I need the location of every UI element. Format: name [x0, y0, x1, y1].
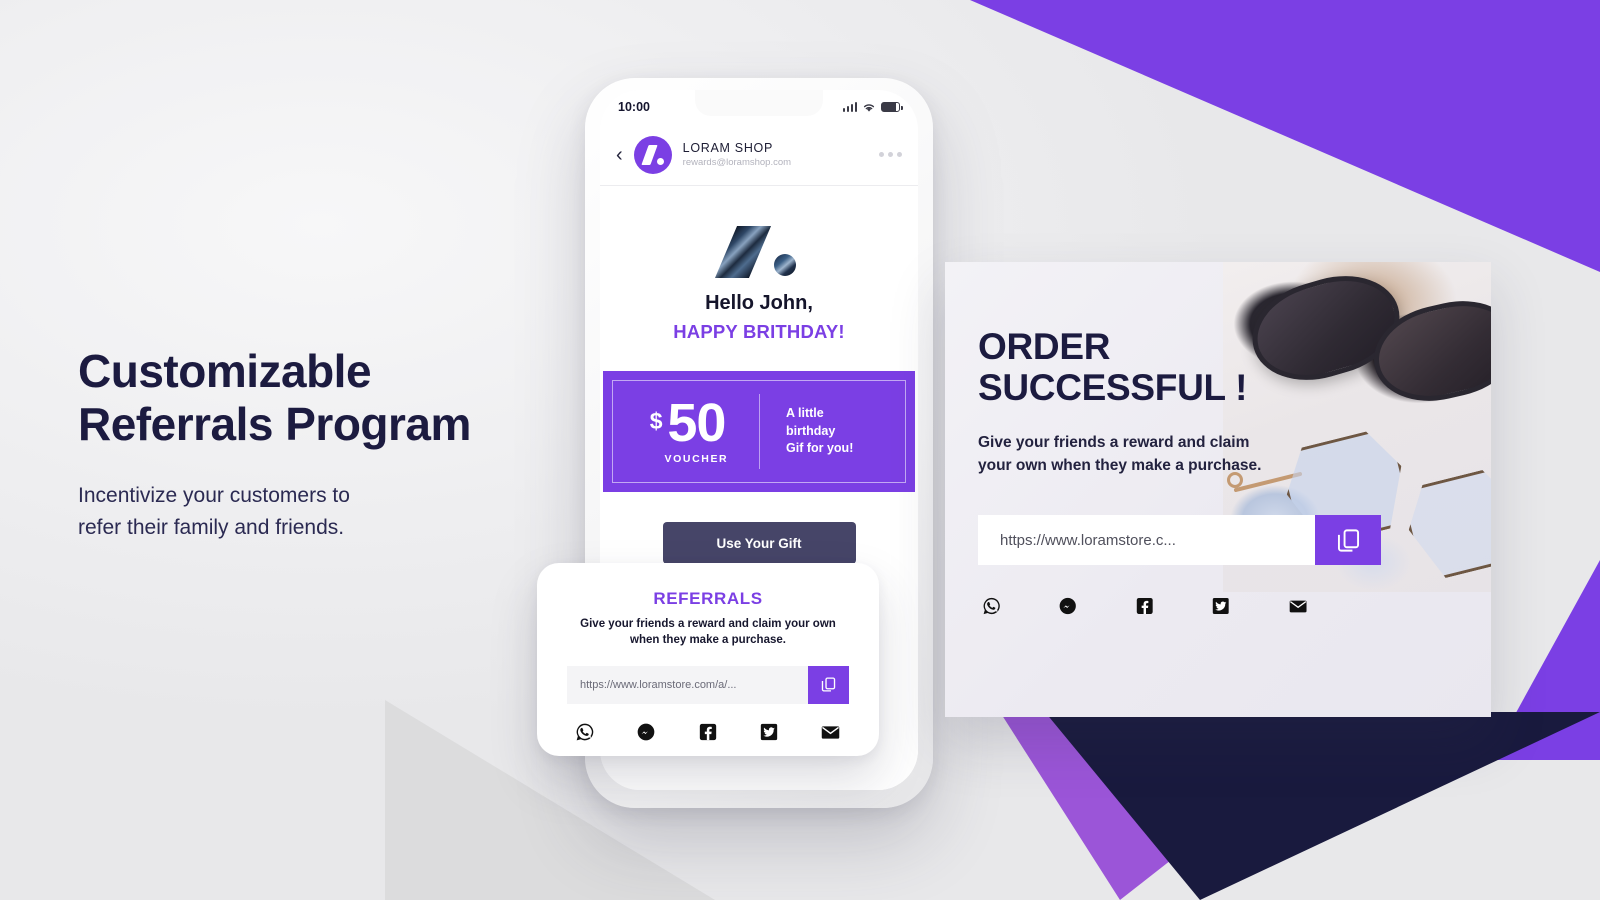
sender-email: rewards@loramshop.com [682, 157, 792, 168]
voucher-amount: 50 [667, 393, 726, 454]
page-subtitle: Incentivize your customers to refer thei… [78, 480, 548, 544]
messenger-icon[interactable] [636, 722, 656, 742]
email-icon[interactable] [1288, 593, 1308, 620]
subtitle-line-1: Incentivize your customers to [78, 483, 350, 507]
mail-header: ‹ LORAM SHOP rewards@loramshop.com [600, 124, 918, 186]
more-options-icon[interactable] [879, 152, 902, 157]
copy-icon [1337, 529, 1359, 552]
voucher-amount-wrap: 50 VOUCHER [664, 393, 729, 465]
brand-logo [714, 226, 798, 278]
voucher-note-line-3: Gif for you! [786, 441, 854, 456]
twitter-icon[interactable] [1211, 593, 1230, 619]
page-title: Customizable Referrals Program [78, 345, 548, 452]
whatsapp-icon[interactable] [575, 722, 595, 742]
sender-avatar [633, 135, 672, 174]
status-icon-group [842, 102, 903, 113]
copy-icon [821, 677, 836, 692]
left-copy-block: Customizable Referrals Program Incentivi… [78, 345, 548, 544]
greeting-text: Hello John, [705, 292, 813, 314]
order-successful-content: ORDER SUCCESSFUL ! Give your friends a r… [978, 326, 1381, 620]
brand-logo-slash [714, 226, 772, 278]
facebook-icon[interactable] [698, 722, 718, 742]
sender-name: LORAM SHOP [682, 141, 774, 155]
voucher-note: A little birthday Gif for you! [760, 405, 905, 458]
whatsapp-icon[interactable] [982, 593, 1001, 619]
logo-dot-shape [656, 157, 664, 165]
referral-social-row [567, 722, 849, 743]
referrals-title: REFERRALS [653, 589, 763, 608]
order-link-row [978, 515, 1381, 566]
order-copy-link-button[interactable] [1315, 515, 1381, 566]
headline-line-2: Referrals Program [78, 398, 471, 451]
voucher-note-line-2: birthday [786, 423, 836, 438]
referrals-card: REFERRALS Give your friends a reward and… [537, 563, 879, 756]
order-referral-link-input[interactable] [978, 515, 1315, 566]
order-successful-panel: ORDER SUCCESSFUL ! Give your friends a r… [945, 262, 1491, 717]
voucher-note-line-1: A little [786, 405, 824, 420]
voucher-card: $ 50 VOUCHER A little birthday Gif for y… [603, 371, 915, 492]
headline-line-1: Customizable [78, 345, 372, 397]
birthday-text: HAPPY BRITHDAY! [673, 321, 845, 342]
order-successful-subtitle: Give your friends a reward and claim you… [978, 433, 1262, 475]
wifi-icon [863, 103, 875, 112]
back-chevron-icon[interactable]: ‹ [616, 145, 623, 165]
twitter-icon[interactable] [759, 722, 779, 742]
logo-slash-shape [641, 144, 658, 165]
brand-logo-circle [774, 254, 796, 276]
navy-triangle-bottom-right [1045, 712, 1600, 900]
referral-link-input[interactable] [567, 665, 808, 704]
purple-triangle-top-right [970, 0, 1600, 272]
signal-icon [842, 102, 857, 112]
order-title-line-1: ORDER [978, 326, 1111, 367]
voucher-inner-border: $ 50 VOUCHER A little birthday Gif for y… [612, 380, 906, 483]
email-icon[interactable] [820, 722, 841, 743]
use-your-gift-button[interactable]: Use Your Gift [662, 522, 856, 564]
order-social-row [978, 593, 1308, 620]
messenger-icon[interactable] [1058, 593, 1077, 619]
referral-link-row [567, 665, 849, 704]
referrals-subtitle: Give your friends a reward and claim you… [580, 618, 836, 646]
facebook-icon[interactable] [1135, 593, 1154, 619]
copy-link-button[interactable] [808, 665, 849, 704]
order-title-line-2: SUCCESSFUL ! [978, 367, 1248, 409]
eyeglasses-lens-right [1399, 464, 1491, 584]
voucher-currency: $ [649, 408, 663, 435]
voucher-amount-block: $ 50 VOUCHER [613, 393, 759, 465]
order-successful-title: ORDER SUCCESSFUL ! [978, 326, 1308, 409]
status-time: 10:00 [618, 100, 650, 114]
voucher-label: VOUCHER [664, 452, 729, 465]
battery-icon [881, 102, 903, 112]
sender-block: LORAM SHOP rewards@loramshop.com [683, 141, 791, 168]
phone-notch [695, 90, 823, 116]
subtitle-line-2: refer their family and friends. [78, 515, 345, 539]
